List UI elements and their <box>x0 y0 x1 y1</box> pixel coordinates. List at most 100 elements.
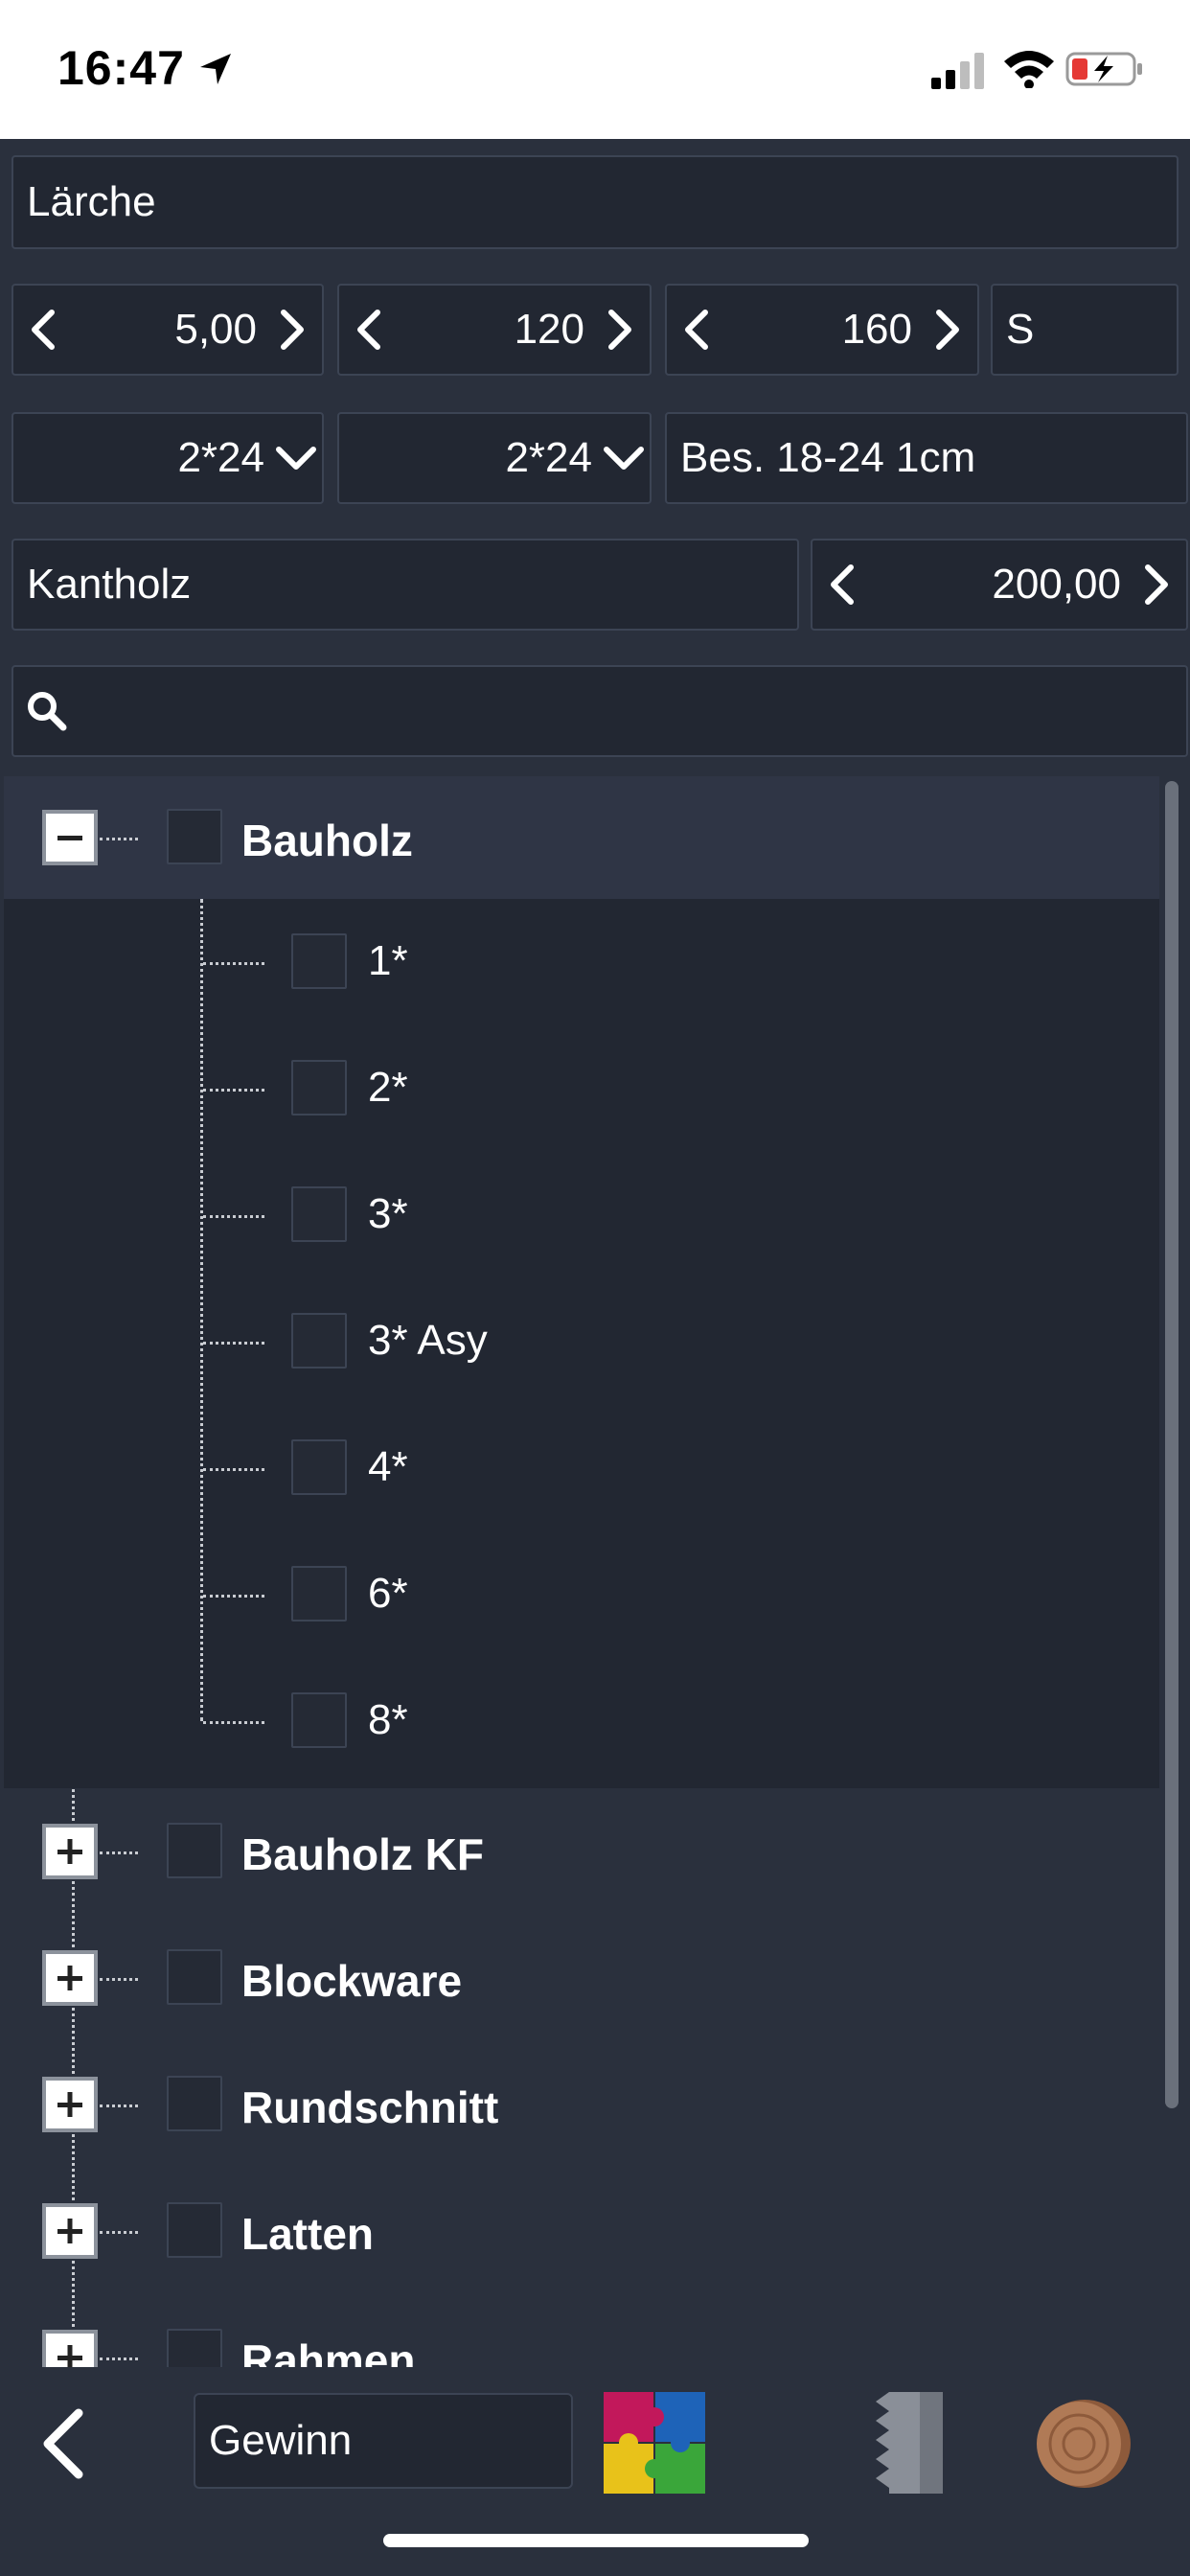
puzzle-icon[interactable] <box>602 2390 707 2496</box>
length-value: 200,00 <box>992 561 1121 608</box>
tree-group-bauholz[interactable]: Bauholz <box>4 776 1159 899</box>
bes-field-value: Bes. 18-24 1cm <box>680 434 976 481</box>
expand-icon[interactable] <box>42 2077 98 2132</box>
tree-connector <box>100 2104 138 2107</box>
tree-group-blockware[interactable]: Blockware <box>4 1915 1159 2037</box>
search-input[interactable] <box>11 665 1188 757</box>
category-value: Kantholz <box>27 561 192 608</box>
chevron-left-icon[interactable] <box>667 309 726 351</box>
wood-type-value: Lärche <box>27 178 156 225</box>
thickness-stepper[interactable]: 5,00 <box>11 284 324 376</box>
child-label: 6* <box>368 1570 408 1617</box>
gewinn-field[interactable]: Gewinn <box>194 2393 573 2489</box>
group-label: Latten <box>241 2209 374 2259</box>
tree-connector <box>203 962 264 965</box>
chevron-right-icon[interactable] <box>590 309 650 351</box>
tree-connector <box>203 1089 264 1092</box>
tree-scrollbar[interactable] <box>1165 781 1179 2108</box>
tree-connector <box>200 899 203 1721</box>
dropdown-2-value: 2*24 <box>505 434 592 481</box>
s-field[interactable]: S <box>991 284 1179 376</box>
child-label: 4* <box>368 1443 408 1490</box>
child-checkbox[interactable] <box>291 1692 347 1748</box>
child-label: 1* <box>368 937 408 984</box>
group-checkbox[interactable] <box>167 1823 222 1878</box>
tree-connector <box>100 838 138 840</box>
chevron-left-icon[interactable] <box>812 564 872 606</box>
dropdown-1[interactable]: 2*24 <box>11 412 324 504</box>
group-label: Bauholz <box>241 816 413 865</box>
dropdown-2[interactable]: 2*24 <box>337 412 652 504</box>
group-label: Blockware <box>241 1956 463 2006</box>
expand-icon[interactable] <box>42 2203 98 2259</box>
tree-connector <box>100 1978 138 1981</box>
child-checkbox[interactable] <box>291 1186 347 1242</box>
tree-connector <box>100 2358 138 2360</box>
chevron-down-icon <box>270 444 322 472</box>
group-label: Rundschnitt <box>241 2082 499 2132</box>
width-stepper[interactable]: 120 <box>337 284 652 376</box>
dropdown-1-value: 2*24 <box>177 434 264 481</box>
tree-group-latten[interactable]: Latten <box>4 2168 1159 2290</box>
location-arrow-icon <box>200 54 231 84</box>
wifi-icon <box>1004 51 1054 88</box>
group-label: Rahmen <box>241 2335 416 2367</box>
group-checkbox[interactable] <box>167 2202 222 2258</box>
chevron-left-icon[interactable] <box>13 309 73 351</box>
chevron-right-icon[interactable] <box>1127 564 1186 606</box>
tree-children: 1* 2* 3* 3* Asy 4* 6* 8* <box>4 899 1159 1788</box>
status-bar: 16:47 <box>0 0 1190 139</box>
battery-charging-icon <box>1065 52 1142 86</box>
tree-connector <box>203 1215 264 1218</box>
chevron-right-icon[interactable] <box>918 309 977 351</box>
length-stepper[interactable]: 200,00 <box>811 539 1188 631</box>
child-label: 8* <box>368 1696 408 1743</box>
category-tree: Bauholz 1* 2* 3* 3* Asy 4* 6* 8* Bauholz… <box>4 776 1159 2367</box>
log-icon[interactable] <box>1029 2390 1134 2496</box>
height-stepper[interactable]: 160 <box>665 284 979 376</box>
category-field[interactable]: Kantholz <box>11 539 799 631</box>
group-checkbox[interactable] <box>167 1949 222 2005</box>
status-time: 16:47 <box>57 41 185 95</box>
child-checkbox[interactable] <box>291 1060 347 1116</box>
wood-type-field[interactable]: Lärche <box>11 155 1179 249</box>
s-field-value: S <box>1006 306 1035 353</box>
chevron-down-icon <box>598 444 650 472</box>
group-checkbox[interactable] <box>167 2076 222 2131</box>
tree-connector <box>203 1595 264 1598</box>
search-icon <box>13 689 80 733</box>
tree-connector <box>203 1342 264 1345</box>
group-checkbox[interactable] <box>167 809 222 864</box>
bes-field[interactable]: Bes. 18-24 1cm <box>665 412 1188 504</box>
tree-connector <box>100 1852 138 1854</box>
expand-icon[interactable] <box>42 1950 98 2006</box>
child-checkbox[interactable] <box>291 933 347 989</box>
saw-blade-icon[interactable] <box>864 2390 945 2496</box>
expand-icon[interactable] <box>42 1824 98 1879</box>
chevron-left-icon[interactable] <box>339 309 399 351</box>
tree-group-rundschnitt[interactable]: Rundschnitt <box>4 2041 1159 2164</box>
back-icon[interactable] <box>36 2405 88 2482</box>
child-checkbox[interactable] <box>291 1313 347 1368</box>
tree-connector <box>203 1468 264 1471</box>
child-label: 2* <box>368 1064 408 1111</box>
child-checkbox[interactable] <box>291 1566 347 1622</box>
home-indicator[interactable] <box>383 2534 809 2547</box>
cellular-signal-icon <box>931 53 984 89</box>
tree-group-bauholz-kf[interactable]: Bauholz KF <box>4 1788 1159 1911</box>
thickness-value: 5,00 <box>174 306 257 353</box>
gewinn-value: Gewinn <box>209 2417 353 2464</box>
height-value: 160 <box>841 306 912 353</box>
tree-connector <box>203 1721 264 1724</box>
tree-connector <box>100 2231 138 2234</box>
collapse-icon[interactable] <box>42 810 98 865</box>
tree-group-rahmen[interactable]: Rahmen <box>4 2294 1159 2367</box>
child-label: 3* <box>368 1190 408 1237</box>
child-checkbox[interactable] <box>291 1439 347 1495</box>
child-label: 3* Asy <box>368 1317 488 1364</box>
group-label: Bauholz KF <box>241 1829 484 1879</box>
chevron-right-icon[interactable] <box>263 309 322 351</box>
expand-icon[interactable] <box>42 2330 98 2367</box>
group-checkbox[interactable] <box>167 2329 222 2367</box>
width-value: 120 <box>514 306 584 353</box>
